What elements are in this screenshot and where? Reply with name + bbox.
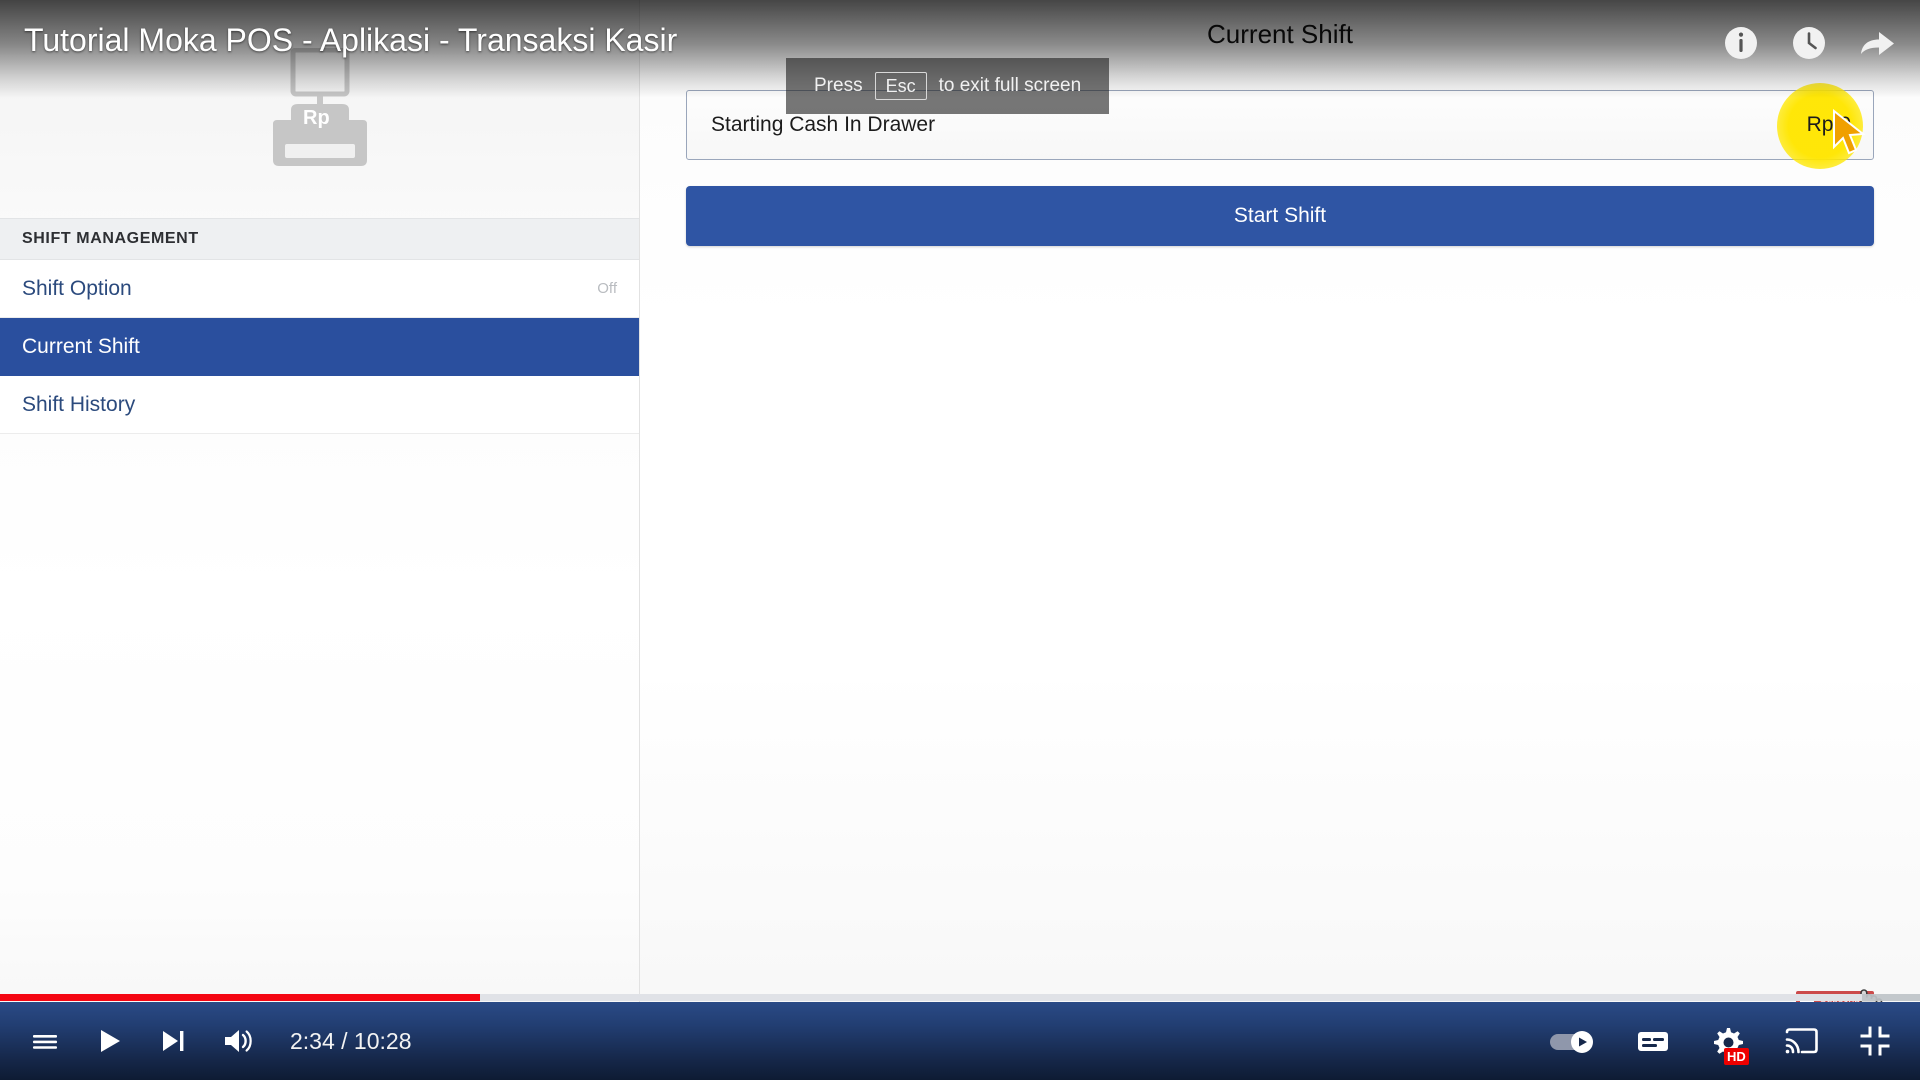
sidebar-item-shift-option[interactable]: Shift Option Off: [0, 260, 639, 318]
cast-icon[interactable]: [1782, 1022, 1820, 1060]
sidebar: Rp SHIFT MANAGEMENT Shift Option Off Cur…: [0, 0, 640, 1080]
sidebar-item-label: Shift History: [22, 392, 136, 416]
exit-fullscreen-toast: Press Esc to exit full screen: [786, 58, 1110, 114]
info-icon[interactable]: [1720, 22, 1762, 64]
right-controls: HD: [1546, 1022, 1894, 1065]
sidebar-item-label: Current Shift: [22, 334, 140, 358]
volume-icon[interactable]: [218, 1022, 256, 1060]
left-controls: 2:34 / 10:28: [26, 1022, 412, 1060]
content-pane: Current Shift Starting Cash In Drawer Rp…: [640, 0, 1920, 1080]
controls-row: 2:34 / 10:28 HD: [0, 1002, 1920, 1080]
starting-cash-value: Rp 0: [1806, 113, 1851, 136]
watch-later-icon[interactable]: [1788, 22, 1830, 64]
exit-fullscreen-icon[interactable]: [1856, 1022, 1894, 1060]
settings-gear-wrap[interactable]: HD: [1708, 1022, 1749, 1065]
sidebar-item-label: Shift Option: [22, 276, 132, 300]
starting-cash-label: Starting Cash In Drawer: [711, 113, 936, 136]
progress-bar[interactable]: [0, 992, 1920, 1004]
next-video-icon[interactable]: [154, 1022, 192, 1060]
chapters-icon[interactable]: [26, 1022, 64, 1060]
video-player-stage: Rp SHIFT MANAGEMENT Shift Option Off Cur…: [0, 0, 1920, 1080]
sidebar-item-current-shift[interactable]: Current Shift: [0, 318, 639, 376]
toast-suffix: to exit full screen: [938, 75, 1082, 96]
progress-played: [0, 994, 480, 1001]
toast-esc-key: Esc: [874, 72, 927, 100]
quality-hd-badge: HD: [1724, 1048, 1749, 1065]
subtitles-icon[interactable]: [1634, 1022, 1672, 1060]
time-display: 2:34 / 10:28: [290, 1027, 412, 1054]
sidebar-item-shift-history[interactable]: Shift History: [0, 376, 639, 434]
play-icon[interactable]: [90, 1022, 128, 1060]
autoplay-toggle[interactable]: [1546, 1022, 1598, 1060]
share-icon[interactable]: [1856, 22, 1898, 64]
sidebar-section-header: SHIFT MANAGEMENT: [0, 218, 639, 260]
video-title: Tutorial Moka POS - Aplikasi - Transaksi…: [24, 22, 678, 58]
toast-prefix: Press: [814, 75, 863, 96]
video-player-controls: 2:34 / 10:28 HD: [0, 994, 1920, 1080]
start-shift-button[interactable]: Start Shift: [686, 186, 1874, 246]
top-icon-bar: [1720, 22, 1898, 64]
sidebar-item-value: Off: [597, 280, 617, 297]
moka-pos-app: Rp SHIFT MANAGEMENT Shift Option Off Cur…: [0, 0, 1920, 1080]
svg-text:Rp: Rp: [303, 107, 330, 129]
